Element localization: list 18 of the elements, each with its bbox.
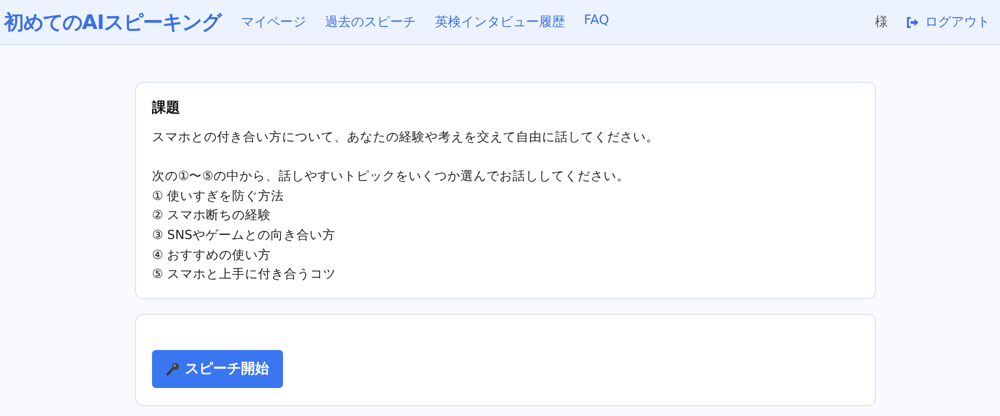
task-prompt: スマホとの付き合い方について、あなたの経験や考えを交えて自由に話してください。 [152,128,660,146]
task-instruction: 次の①〜⑤の中から、話しやすいトピックをいくつか選んでお話ししてください。 [152,167,630,186]
task-heading: 課題 [152,99,181,117]
start-speech-button[interactable]: スピーチ開始 [152,350,283,388]
topic-option: ③ SNSやゲームとの向き合い方 [152,224,859,245]
nav-link[interactable]: 英検インタビュー履歴 [434,13,565,31]
app-logo[interactable]: 初めてのAIスピーキング [4,8,221,36]
topic-option: ① 使いすぎを防ぐ方法 [152,186,859,206]
topic-option: ⑤ スマホと上手に付き合うコツ [152,264,859,284]
nav-link[interactable]: FAQ [584,13,610,31]
logout-icon [906,16,919,28]
topic-option: ④ おすすめの使い方 [152,244,859,264]
logout-link[interactable]: ログアウト [906,13,990,31]
microphone-icon [166,362,180,376]
nav-link[interactable]: 過去のスピーチ [324,13,416,31]
user-name: 様 [875,14,888,31]
nav-link[interactable]: マイページ [240,13,306,31]
topic-option: ② スマホ断ちの経験 [152,205,859,225]
